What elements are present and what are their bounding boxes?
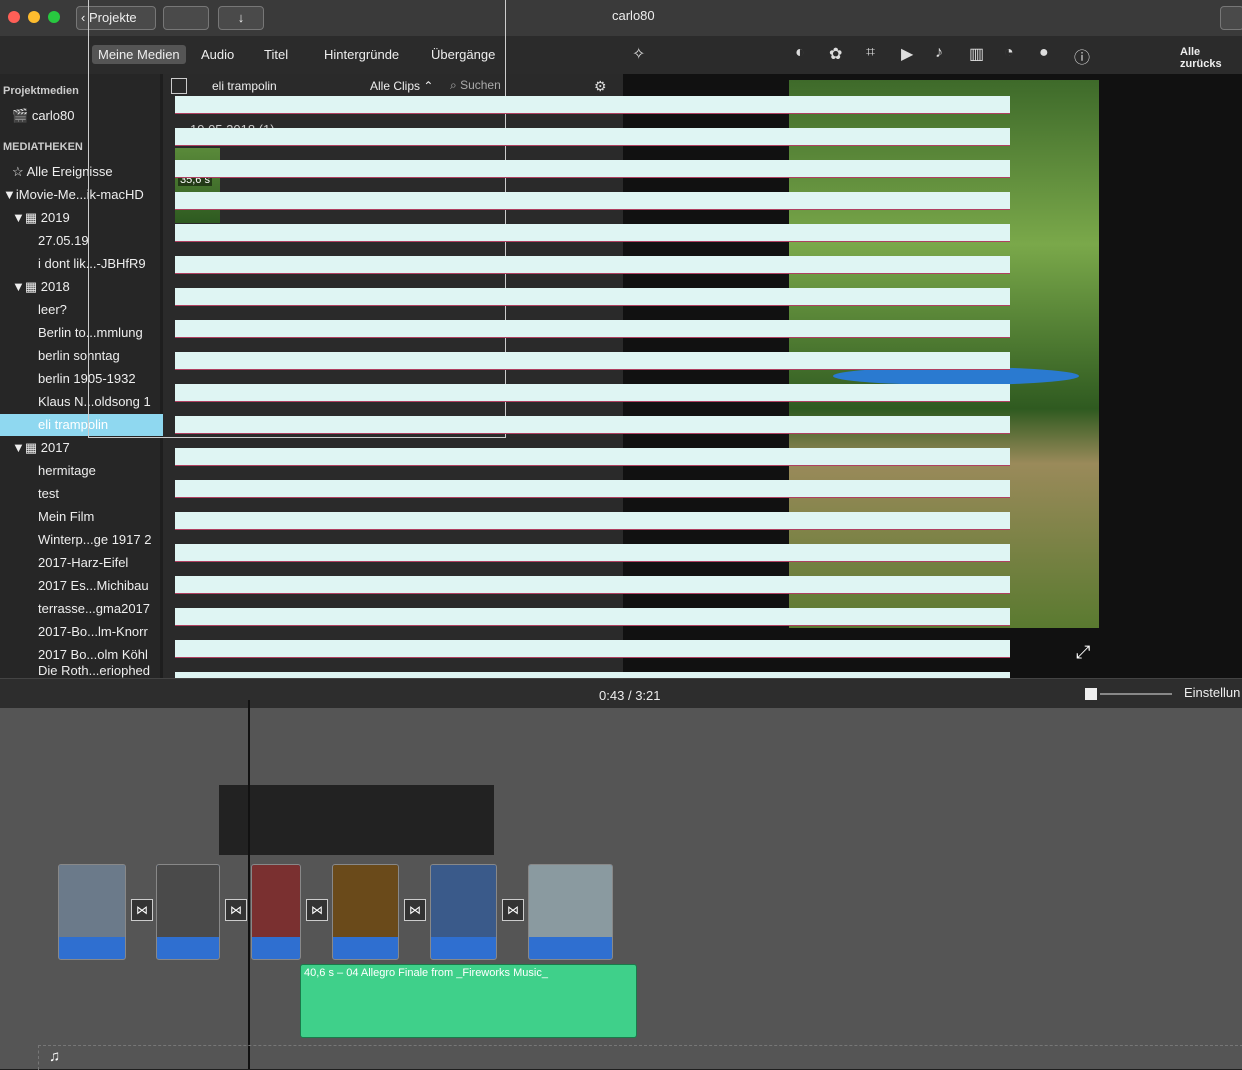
transition-icon[interactable]: ⋈ (306, 899, 328, 921)
overlay-stripe (175, 224, 1010, 242)
star-icon: ☆ (12, 164, 27, 179)
overlay-stripe (175, 96, 1010, 114)
calendar-icon: ▼▦ (12, 279, 41, 294)
transition-icon[interactable]: ⋈ (225, 899, 247, 921)
clip-thumbnail (431, 865, 496, 937)
overlay-stripe (175, 448, 1010, 466)
transition-icon[interactable]: ⋈ (502, 899, 524, 921)
timeline-clip[interactable] (251, 864, 301, 960)
menu-overlay-frame (88, 0, 506, 438)
zoom-window-button[interactable] (48, 11, 60, 23)
magic-wand-icon[interactable]: ✧ (632, 44, 645, 64)
clip-thumbnail (333, 865, 398, 937)
share-button[interactable] (1220, 6, 1242, 30)
overlay-stripe (175, 160, 1010, 178)
overlay-stripe (175, 352, 1010, 370)
settings-button[interactable]: Einstellun (1184, 685, 1240, 700)
volume-icon[interactable]: ♪ (935, 44, 943, 62)
timeline-clip[interactable] (430, 864, 497, 960)
speed-icon[interactable]: ◔ (1004, 44, 1014, 62)
reset-all-button[interactable]: Alle zurücks (1180, 46, 1242, 70)
transition-icon[interactable]: ⋈ (131, 899, 153, 921)
music-note-icon: ♫ (49, 1048, 61, 1065)
transition-icon[interactable]: ⋈ (404, 899, 426, 921)
cutaway-clips[interactable] (219, 785, 494, 855)
equalizer-icon[interactable]: ▥ (969, 44, 984, 64)
music-track (38, 1045, 1242, 1070)
overlay-stripe (175, 128, 1010, 146)
playhead-time: 0:43 / 3:21 (599, 688, 661, 703)
chevron-left-icon: ‹ (81, 10, 86, 25)
audio-clip[interactable]: 40,6 s – 04 Allegro Finale from _Firewor… (300, 964, 637, 1038)
color-balance-icon[interactable]: ◐ (795, 44, 805, 62)
window-title: carlo80 (612, 8, 655, 23)
timeline-clip[interactable] (528, 864, 613, 960)
overlay-stripe (175, 320, 1010, 338)
info-icon[interactable]: ⓘ (1074, 44, 1090, 68)
clip-thumbnail (529, 865, 612, 937)
overlay-stripe (175, 416, 1010, 434)
overlay-stripe (175, 192, 1010, 210)
calendar-icon: ▼▦ (12, 210, 41, 225)
zoom-slider-thumb[interactable] (1085, 688, 1097, 700)
disclosure-triangle-icon[interactable]: ▼ (3, 187, 16, 202)
palette-icon[interactable]: ✿ (829, 44, 842, 64)
overlay-stripe (175, 576, 1010, 594)
timeline-clip[interactable] (332, 864, 399, 960)
fullscreen-icon[interactable]: ⤢ (1076, 642, 1090, 663)
minimize-window-button[interactable] (28, 11, 40, 23)
overlay-stripe (175, 608, 1010, 626)
filters-icon[interactable]: ● (1039, 44, 1049, 62)
overlay-stripe (175, 544, 1010, 562)
overlay-stripe (175, 640, 1010, 658)
timeline-clip[interactable] (156, 864, 220, 960)
close-window-button[interactable] (8, 11, 20, 23)
clip-thumbnail (59, 865, 125, 937)
overlay-stripe (175, 256, 1010, 274)
playhead[interactable] (248, 700, 250, 1069)
crop-icon[interactable]: ⌗ (866, 44, 875, 62)
overlay-stripe (175, 288, 1010, 306)
clip-thumbnail (157, 865, 219, 937)
settings-gear-icon[interactable]: ⚙ (594, 78, 607, 95)
timeline-clip[interactable] (58, 864, 126, 960)
sidebar-year-2017[interactable]: ▼▦ 2017 (0, 437, 172, 459)
audio-clip-label: 40,6 s – 04 Allegro Finale from _Firewor… (304, 967, 548, 979)
overlay-stripe (175, 384, 1010, 402)
calendar-icon: ▼▦ (12, 440, 41, 455)
overlay-stripe (175, 512, 1010, 530)
overlay-stripe (175, 480, 1010, 498)
clapper-icon: 🎬 (12, 108, 32, 123)
clip-thumbnail (252, 865, 300, 937)
camera-icon[interactable]: ▶ (901, 44, 913, 64)
zoom-slider-track[interactable] (1100, 693, 1172, 695)
